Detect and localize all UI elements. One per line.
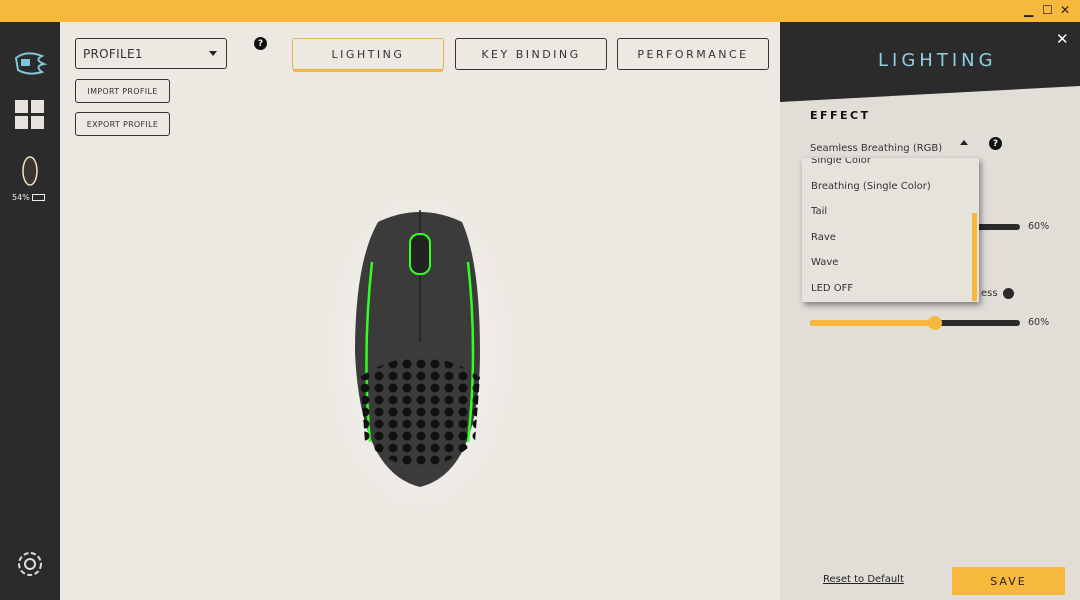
battery-icon [32,194,45,201]
mouse-preview-image [330,202,510,512]
save-label: SAVE [990,574,1027,588]
chevron-down-icon [209,51,217,60]
profile-selected: PROFILE1 [83,46,143,61]
brightness-value: 60% [1028,317,1050,328]
export-profile-button[interactable]: EXPORT PROFILE [75,112,170,136]
close-window-button[interactable]: ✕ [1060,3,1070,17]
title-bar: ▁ ☐ ✕ [0,0,1080,22]
option-breathing-single[interactable]: Breathing (Single Color) [811,181,931,192]
color-dot[interactable] [1003,288,1014,299]
tab-lighting[interactable]: LIGHTING [292,38,444,70]
profile-dropdown[interactable]: PROFILE1 [75,38,227,69]
option-rave[interactable]: Rave [811,232,836,243]
minimize-button[interactable]: ▁ [1024,3,1033,17]
tab-performance[interactable]: PERFORMANCE [617,38,769,70]
chevron-up-icon [960,136,968,145]
option-single-color[interactable]: Single Color [811,158,871,166]
brand-logo-icon[interactable] [12,50,48,76]
main-area: PROFILE1 ? IMPORT PROFILE EXPORT PROFILE… [60,22,780,600]
maximize-button[interactable]: ☐ [1042,3,1053,17]
option-tail[interactable]: Tail [811,206,827,217]
slider-handle[interactable] [928,316,942,330]
sidebar: 54% [0,22,60,600]
lighting-panel: LIGHTING ✕ EFFECT Seamless Breathing (RG… [780,22,1080,600]
effect-label: EFFECT [810,109,871,122]
import-profile-button[interactable]: IMPORT PROFILE [75,79,170,103]
settings-gear-icon[interactable] [14,548,46,580]
effect-dropdown[interactable]: Seamless Breathing (RGB) [810,136,975,154]
help-icon[interactable]: ? [254,37,267,50]
option-led-off[interactable]: LED OFF [811,283,853,294]
panel-title: LIGHTING [878,50,997,71]
dashboard-icon[interactable] [15,100,45,130]
reset-to-default-link[interactable]: Reset to Default [823,574,904,585]
effect-help-icon[interactable]: ? [989,137,1002,150]
close-panel-icon[interactable]: ✕ [1056,30,1069,48]
option-wave[interactable]: Wave [811,257,838,268]
tab-key-binding[interactable]: KEY BINDING [455,38,607,70]
battery-percent: 54% [12,193,30,202]
speed-value: 60% [1028,221,1050,232]
effect-options-list: Single Color Breathing (Single Color) Ta… [802,158,979,302]
save-button[interactable]: SAVE [952,567,1065,595]
brightness-label: ess [981,288,998,299]
brightness-slider[interactable] [810,316,1020,330]
effect-selected: Seamless Breathing (RGB) [810,143,943,154]
list-scrollbar[interactable] [972,213,977,301]
device-mouse-icon[interactable] [20,154,40,188]
